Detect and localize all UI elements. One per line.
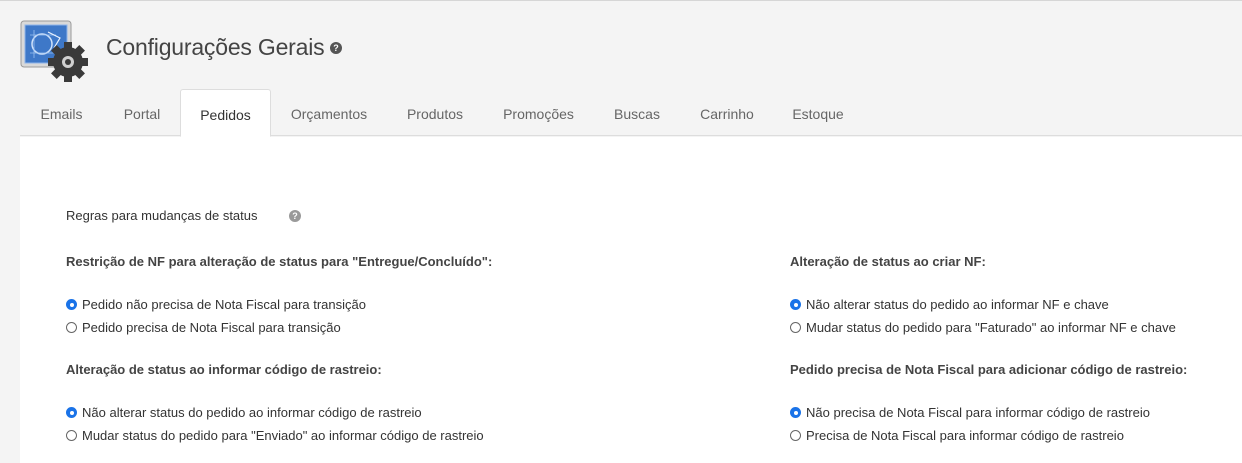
- radio-button[interactable]: [790, 322, 801, 333]
- radio-button[interactable]: [66, 407, 77, 418]
- status-on-nf-option-keep[interactable]: Não alterar status do pedido ao informar…: [790, 297, 1109, 313]
- nf-restriction-title: Restrição de NF para alteração de status…: [66, 254, 493, 269]
- tab-carrinho[interactable]: Carrinho: [680, 89, 774, 136]
- radio-button[interactable]: [66, 322, 77, 333]
- nf-for-tracking-title: Pedido precisa de Nota Fiscal para adici…: [790, 362, 1188, 377]
- status-on-tracking-option-keep[interactable]: Não alterar status do pedido ao informar…: [66, 405, 422, 421]
- radio-button[interactable]: [790, 407, 801, 418]
- radio-label: Precisa de Nota Fiscal para informar cód…: [806, 428, 1124, 443]
- question-circle-icon[interactable]: ?: [330, 42, 342, 54]
- radio-button[interactable]: [790, 430, 801, 441]
- tab-orcamentos[interactable]: Orçamentos: [271, 89, 387, 136]
- tab-emails[interactable]: Emails: [20, 89, 103, 136]
- tab-pedidos[interactable]: Pedidos: [180, 89, 271, 137]
- page-title: Configurações Gerais: [106, 34, 325, 60]
- tab-promocoes[interactable]: Promoções: [483, 89, 594, 136]
- radio-label: Mudar status do pedido para "Enviado" ao…: [82, 428, 484, 443]
- question-circle-icon[interactable]: ?: [289, 210, 301, 222]
- page-header: Configurações Gerais ?: [0, 0, 1242, 89]
- radio-button[interactable]: [790, 299, 801, 310]
- blueprint-gear-icon: [20, 20, 90, 82]
- tab-buscas[interactable]: Buscas: [594, 89, 680, 136]
- nf-restriction-option-required[interactable]: Pedido precisa de Nota Fiscal para trans…: [66, 320, 341, 336]
- tab-estoque[interactable]: Estoque: [774, 89, 862, 136]
- radio-label: Não precisa de Nota Fiscal para informar…: [806, 405, 1150, 420]
- nf-for-tracking-option-required[interactable]: Precisa de Nota Fiscal para informar cód…: [790, 428, 1124, 444]
- radio-label: Pedido precisa de Nota Fiscal para trans…: [82, 320, 341, 335]
- status-on-nf-option-faturado[interactable]: Mudar status do pedido para "Faturado" a…: [790, 320, 1176, 336]
- settings-tabs: Emails Portal Pedidos Orçamentos Produto…: [20, 89, 1242, 137]
- section-title: Regras para mudanças de status: [66, 208, 258, 223]
- radio-label: Não alterar status do pedido ao informar…: [806, 297, 1109, 312]
- status-on-tracking-option-enviado[interactable]: Mudar status do pedido para "Enviado" ao…: [66, 428, 484, 444]
- radio-label: Pedido não precisa de Nota Fiscal para t…: [82, 297, 366, 312]
- radio-button[interactable]: [66, 299, 77, 310]
- radio-label: Não alterar status do pedido ao informar…: [82, 405, 422, 420]
- nf-restriction-option-not-required[interactable]: Pedido não precisa de Nota Fiscal para t…: [66, 297, 366, 313]
- tab-produtos[interactable]: Produtos: [387, 89, 483, 136]
- radio-button[interactable]: [66, 430, 77, 441]
- status-on-tracking-title: Alteração de status ao informar código d…: [66, 362, 382, 377]
- radio-label: Mudar status do pedido para "Faturado" a…: [806, 320, 1176, 335]
- nf-for-tracking-option-not-required[interactable]: Não precisa de Nota Fiscal para informar…: [790, 405, 1150, 421]
- status-on-nf-title: Alteração de status ao criar NF:: [790, 254, 986, 269]
- tab-portal[interactable]: Portal: [103, 89, 181, 136]
